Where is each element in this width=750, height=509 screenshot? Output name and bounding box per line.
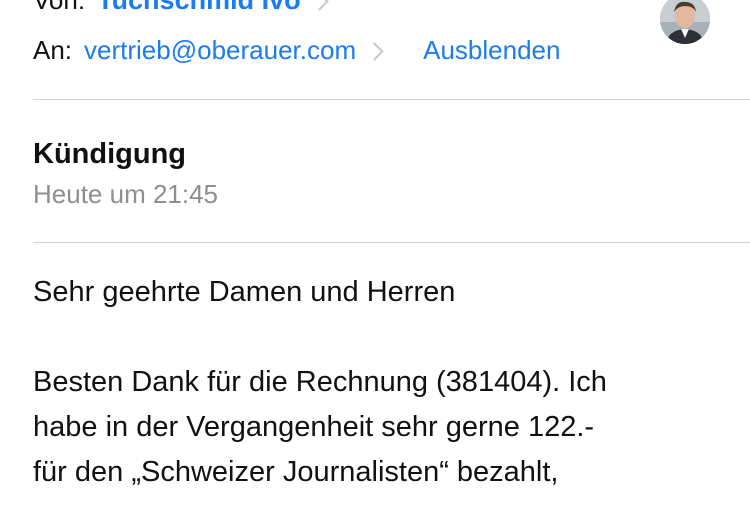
to-row: An: vertrieb@oberauer.com Ausblenden xyxy=(33,33,560,67)
person-photo-icon xyxy=(660,0,710,44)
subject-divider xyxy=(33,242,750,243)
sender-name-link[interactable]: Tuchschmid Ivo xyxy=(97,0,301,16)
body-line: Besten Dank für die Rechnung (381404). I… xyxy=(33,366,607,398)
to-label: An: xyxy=(33,35,73,65)
message-body: Sehr geehrte Damen und Herren Besten Dan… xyxy=(33,270,733,495)
sender-avatar[interactable] xyxy=(660,0,710,44)
body-line: Sehr geehrte Damen und Herren xyxy=(33,276,456,308)
chevron-right-icon[interactable] xyxy=(309,0,329,11)
recipient-address-link[interactable]: vertrieb@oberauer.com xyxy=(84,33,356,67)
body-line: für den „Schweizer Journalisten“ bezahlt… xyxy=(33,456,559,488)
from-label: Von: xyxy=(33,0,86,15)
from-row: Von: Tuchschmid Ivo xyxy=(33,0,329,16)
mail-message-view: Von: Tuchschmid Ivo An: vertrieb@oberaue… xyxy=(0,0,750,509)
body-line: habe in der Vergangenheit sehr gerne 122… xyxy=(33,411,595,443)
header-divider xyxy=(33,99,750,100)
message-date: Heute um 21:45 xyxy=(33,179,219,209)
message-subject: Kündigung xyxy=(33,138,187,170)
hide-details-button[interactable]: Ausblenden xyxy=(423,33,560,67)
chevron-right-icon[interactable] xyxy=(365,41,384,61)
